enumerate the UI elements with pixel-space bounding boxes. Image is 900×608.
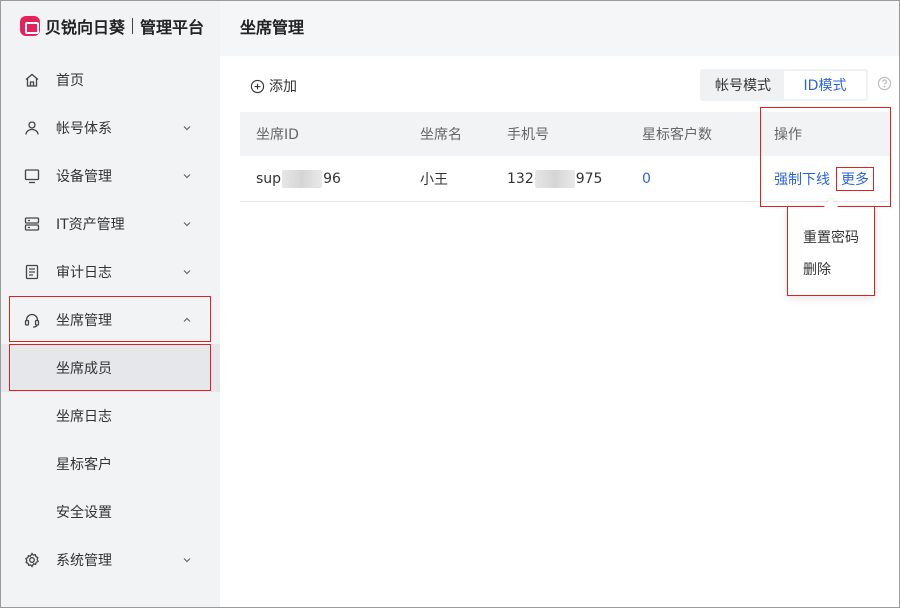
more-actions-dropdown: 重置密码 删除 [787,206,875,296]
gear-icon [24,552,40,568]
redacted-blur [282,169,323,188]
brand-subtitle: 管理平台 [140,18,205,37]
user-icon [24,120,40,136]
column-header-star-count: 星标客户数 [642,127,712,143]
add-button[interactable]: 添加 [250,76,297,96]
add-button-label: 添加 [269,79,297,95]
table-header: 坐席ID 坐席名 手机号 星标客户数 操作 [240,112,890,156]
table-row: sup 96 小王 132 975 0 强制下线 更多 [240,156,890,202]
brand-name: 贝锐向日葵 [45,18,126,37]
cell-seat-id: sup 96 [256,169,341,188]
sidebar-subitem-seat-members[interactable]: 坐席成员 [0,344,220,392]
menu-item-reset-password[interactable]: 重置密码 [788,221,874,253]
page-header: 坐席管理 [220,0,900,52]
seat-id-prefix: sup [256,170,282,187]
headset-icon [24,312,40,328]
force-offline-link[interactable]: 强制下线 [774,172,830,188]
chevron-up-icon [182,315,192,325]
chevron-down-icon [182,219,192,229]
chevron-down-icon [182,123,192,133]
menu-item-delete[interactable]: 删除 [788,253,874,285]
sidebar-item-audit-log[interactable]: 审计日志 [0,248,220,296]
chevron-down-icon [182,267,192,277]
brand[interactable]: 贝锐向日葵 管理平台 [0,0,220,52]
sidebar-item-devices[interactable]: 设备管理 [0,152,220,200]
sidebar-item-accounts[interactable]: 帐号体系 [0,104,220,152]
sidebar-subitem-seat-logs[interactable]: 坐席日志 [0,392,220,440]
monitor-icon [24,168,40,184]
cell-seat-name: 小王 [420,171,448,188]
chevron-down-icon [182,555,192,565]
brand-divider [132,18,134,34]
phone-prefix: 132 [507,170,534,187]
sidebar-subitem-security-settings[interactable]: 安全设置 [0,488,220,536]
brand-logo-icon [20,16,40,36]
sidebar-item-label: 帐号体系 [56,121,112,137]
tab-account-mode[interactable]: 帐号模式 [702,71,784,99]
column-header-actions: 操作 [774,127,802,143]
phone-suffix: 975 [575,170,603,187]
document-icon [24,264,40,280]
mode-switch: 帐号模式 ID模式 [700,69,868,101]
cell-phone: 132 975 [507,169,603,188]
cell-star-count-link[interactable]: 0 [642,171,651,187]
main-content: 坐席管理 添加 帐号模式 ID模式 坐席ID 坐席名 手机号 星标客户数 操作 … [220,0,900,608]
sidebar-item-label: 坐席管理 [56,313,112,329]
sidebar-item-label: 设备管理 [56,169,112,185]
sidebar-item-label: 审计日志 [56,265,112,281]
sidebar-subitem-star-customers[interactable]: 星标客户 [0,440,220,488]
chevron-down-icon [182,171,192,181]
home-icon [24,72,40,88]
cell-actions: 强制下线 更多 [774,166,874,191]
sidebar-nav: 首页 帐号体系 设备管理 IT资产管理 审计日志 坐席管理 坐席成员 坐席日志 … [0,56,220,584]
content-card: 添加 帐号模式 ID模式 坐席ID 坐席名 手机号 星标客户数 操作 sup 96… [220,56,900,608]
column-header-phone: 手机号 [507,127,549,143]
page-title: 坐席管理 [240,18,305,37]
sidebar-item-label: IT资产管理 [56,217,125,233]
plus-circle-icon [250,79,265,93]
sidebar-item-system-management[interactable]: 系统管理 [0,536,220,584]
sidebar-item-seat-management[interactable]: 坐席管理 [0,296,220,344]
server-icon [24,216,40,232]
sidebar-item-label: 系统管理 [56,553,112,569]
sidebar-item-label: 首页 [56,73,84,89]
seat-table: 坐席ID 坐席名 手机号 星标客户数 操作 sup 96 小王 132 975 0 … [240,112,890,202]
tab-id-mode[interactable]: ID模式 [784,71,866,99]
redacted-blur [534,169,575,188]
help-icon[interactable] [877,76,892,91]
more-button[interactable]: 更多 [836,166,874,191]
sidebar-item-it-assets[interactable]: IT资产管理 [0,200,220,248]
column-header-seat-name: 坐席名 [420,127,462,143]
sidebar-item-home[interactable]: 首页 [0,56,220,104]
sidebar: 贝锐向日葵 管理平台 首页 帐号体系 设备管理 IT资产管理 审计日志 坐席管理… [0,0,220,608]
column-header-seat-id: 坐席ID [256,127,299,143]
seat-id-suffix: 96 [323,170,341,187]
